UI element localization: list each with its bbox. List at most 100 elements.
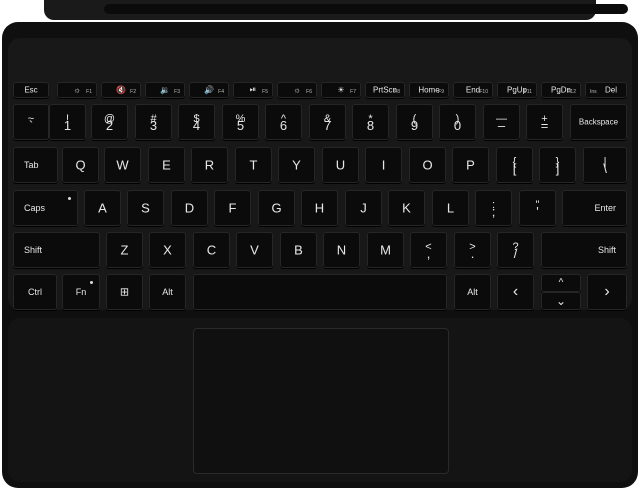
fn-label: F7 bbox=[350, 89, 356, 95]
key-i[interactable]: I bbox=[365, 147, 402, 183]
key-g[interactable]: G bbox=[258, 190, 295, 226]
key-shift-right[interactable]: Shift bbox=[541, 232, 627, 268]
key-8[interactable]: * 8 bbox=[352, 104, 389, 140]
key-r[interactable]: R bbox=[191, 147, 228, 183]
key-space[interactable] bbox=[193, 274, 447, 310]
key-0[interactable]: ) 0 bbox=[439, 104, 476, 140]
key-x[interactable]: X bbox=[149, 232, 186, 268]
key-ctrl[interactable]: Ctrl bbox=[13, 274, 57, 310]
key-semicolon[interactable]: :; bbox=[475, 190, 512, 226]
key-3[interactable]: #3 bbox=[135, 104, 172, 140]
key-backslash[interactable]: | \ bbox=[583, 147, 627, 183]
key-9[interactable]: (9 bbox=[396, 104, 433, 140]
key-a[interactable]: A bbox=[84, 190, 121, 226]
key-label: Alt bbox=[162, 287, 173, 297]
key-tab[interactable]: Tab bbox=[13, 147, 58, 183]
key-f11[interactable]: PgUp F11 bbox=[497, 82, 537, 98]
key-esc[interactable]: Esc bbox=[13, 82, 49, 98]
key-symbol: 2 bbox=[105, 118, 114, 133]
key-backspace[interactable]: Backspace bbox=[570, 104, 627, 140]
key-alt-left[interactable]: Alt bbox=[149, 274, 186, 310]
key-windows[interactable]: ⊞ bbox=[106, 274, 143, 310]
key-c[interactable]: C bbox=[193, 232, 230, 268]
key-slash[interactable]: ? / bbox=[497, 232, 534, 268]
key-period[interactable]: >. bbox=[454, 232, 491, 268]
key-m[interactable]: M bbox=[367, 232, 404, 268]
key-quote[interactable]: " ' bbox=[519, 190, 556, 226]
key-j[interactable]: J bbox=[345, 190, 382, 226]
key-p[interactable]: P bbox=[452, 147, 489, 183]
key-letter: C bbox=[206, 242, 217, 258]
connector-strip bbox=[104, 4, 628, 14]
key-letter: F bbox=[228, 200, 237, 216]
key-caps[interactable]: Caps bbox=[13, 190, 78, 226]
key-5[interactable]: % 5 bbox=[222, 104, 259, 140]
key-label: Alt bbox=[467, 287, 478, 297]
key-letter: Z bbox=[120, 242, 129, 258]
key-arrow-left[interactable]: ‹ bbox=[497, 274, 534, 310]
key-symbol: – bbox=[497, 118, 506, 133]
key-symbol: 0 bbox=[453, 118, 462, 133]
key-v[interactable]: V bbox=[236, 232, 273, 268]
key-f5[interactable]: ⏯ F5 bbox=[233, 82, 273, 98]
key-t[interactable]: T bbox=[235, 147, 272, 183]
key-letter: K bbox=[402, 200, 411, 216]
key-tilde[interactable]: ~ ` bbox=[13, 104, 49, 140]
key-f10[interactable]: End F10 bbox=[453, 82, 493, 98]
key-2[interactable]: @2 bbox=[91, 104, 128, 140]
key-arrow-up[interactable]: ^ bbox=[541, 274, 581, 292]
key-z[interactable]: Z bbox=[106, 232, 143, 268]
key-k[interactable]: K bbox=[388, 190, 425, 226]
key-u[interactable]: U bbox=[322, 147, 359, 183]
key-arrow-right[interactable]: › bbox=[587, 274, 627, 310]
key-comma[interactable]: <, bbox=[410, 232, 447, 268]
key-letter: T bbox=[249, 157, 258, 173]
key-right-bracket[interactable]: }] bbox=[539, 147, 576, 183]
key-o[interactable]: O bbox=[409, 147, 446, 183]
key-y[interactable]: Y bbox=[278, 147, 315, 183]
key-e[interactable]: E bbox=[148, 147, 185, 183]
key-f6[interactable]: ☼ F6 bbox=[277, 82, 317, 98]
key-alt-right[interactable]: Alt bbox=[454, 274, 491, 310]
key-symbol: . bbox=[470, 246, 475, 261]
key-shift-left[interactable]: Shift bbox=[13, 232, 100, 268]
key-minus[interactable]: — – bbox=[483, 104, 520, 140]
key-f9[interactable]: Home F9 bbox=[409, 82, 449, 98]
key-f[interactable]: F bbox=[214, 190, 251, 226]
key-f2[interactable]: 🔇 F2 bbox=[101, 82, 141, 98]
key-arrow-down[interactable]: ⌄ bbox=[541, 292, 581, 310]
key-4[interactable]: $4 bbox=[178, 104, 215, 140]
key-b[interactable]: B bbox=[280, 232, 317, 268]
key-f8[interactable]: PrtScn F8 bbox=[365, 82, 405, 98]
key-symbol: \ bbox=[603, 161, 607, 176]
chevron-left-icon: ‹ bbox=[512, 283, 519, 300]
key-f7[interactable]: ☀ F7 bbox=[321, 82, 361, 98]
key-h[interactable]: H bbox=[301, 190, 338, 226]
key-f1[interactable]: ☼ F1 bbox=[57, 82, 97, 98]
key-s[interactable]: S bbox=[127, 190, 164, 226]
key-enter[interactable]: Enter bbox=[562, 190, 627, 226]
key-6[interactable]: ^ 6 bbox=[265, 104, 302, 140]
key-n[interactable]: N bbox=[323, 232, 360, 268]
key-7[interactable]: & 7 bbox=[309, 104, 346, 140]
key-f3[interactable]: 🔉 F3 bbox=[145, 82, 185, 98]
key-d[interactable]: D bbox=[171, 190, 208, 226]
fn-label: F6 bbox=[306, 89, 312, 95]
key-symbol: 8 bbox=[366, 118, 375, 133]
fn-label: F12 bbox=[567, 89, 576, 95]
key-q[interactable]: Q bbox=[62, 147, 99, 183]
key-equals[interactable]: + = bbox=[526, 104, 563, 140]
key-letter: R bbox=[204, 157, 215, 173]
key-label: Shift bbox=[597, 245, 616, 255]
key-w[interactable]: W bbox=[104, 147, 141, 183]
key-letter: N bbox=[336, 242, 347, 258]
key-label: Ctrl bbox=[28, 287, 42, 297]
key-del[interactable]: Del Ins bbox=[585, 82, 627, 98]
key-1[interactable]: ! 1 bbox=[49, 104, 86, 140]
trackpad[interactable] bbox=[193, 328, 449, 474]
key-fn[interactable]: Fn bbox=[62, 274, 100, 310]
key-f12[interactable]: PgDn F12 bbox=[541, 82, 581, 98]
key-l[interactable]: L bbox=[432, 190, 469, 226]
key-left-bracket[interactable]: {[ bbox=[496, 147, 533, 183]
key-f4[interactable]: 🔊 F4 bbox=[189, 82, 229, 98]
